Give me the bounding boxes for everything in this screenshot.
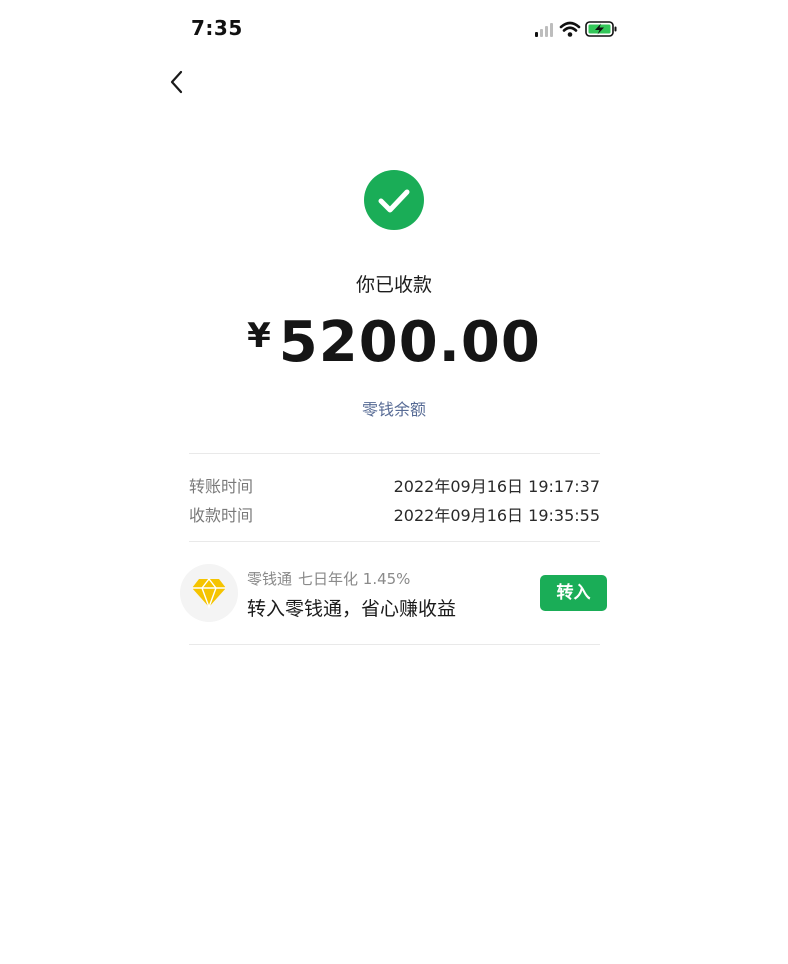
balance-link[interactable]: 零钱余额 bbox=[294, 396, 494, 420]
diamond-icon bbox=[180, 564, 238, 622]
promo-subtitle: 零钱通 七日年化 1.45% bbox=[247, 568, 410, 589]
payment-received-screen: 7:35 你已收款 ¥ 5200.00 零钱余额 转账时间 2022年09月16… bbox=[0, 0, 788, 964]
back-button[interactable] bbox=[164, 66, 192, 98]
receive-time-label: 收款时间 bbox=[189, 506, 254, 525]
amount-value: 5200.00 bbox=[278, 310, 541, 375]
receive-time-value: 2022年09月16日 19:35:55 bbox=[393, 506, 600, 525]
status-icons bbox=[533, 18, 619, 40]
received-title: 你已收款 bbox=[355, 274, 432, 296]
transfer-time-value: 2022年09月16日 19:17:37 bbox=[393, 477, 600, 496]
promo-card[interactable]: 零钱通 七日年化 1.45% 转入零钱通，省心赚收益 转入 bbox=[180, 562, 610, 626]
cellular-signal-icon bbox=[535, 23, 553, 37]
promo-headline: 转入零钱通，省心赚收益 bbox=[247, 598, 457, 620]
promo-rate: 七日年化 1.45% bbox=[298, 570, 411, 588]
transfer-time-row: 转账时间 2022年09月16日 19:17:37 bbox=[189, 473, 600, 497]
currency-symbol: ¥ bbox=[247, 316, 271, 356]
status-time: 7:35 bbox=[191, 16, 243, 40]
transfer-in-button[interactable]: 转入 bbox=[540, 575, 607, 611]
divider bbox=[189, 644, 600, 645]
amount-display: ¥5200.00 bbox=[194, 310, 594, 375]
promo-product: 零钱通 bbox=[247, 570, 293, 588]
wifi-icon bbox=[559, 21, 581, 37]
transfer-time-label: 转账时间 bbox=[189, 477, 254, 496]
divider bbox=[189, 453, 600, 454]
battery-charging-icon bbox=[585, 21, 617, 37]
chevron-left-icon bbox=[170, 70, 183, 94]
check-circle-icon bbox=[364, 170, 424, 230]
divider bbox=[189, 541, 600, 542]
receive-time-row: 收款时间 2022年09月16日 19:35:55 bbox=[189, 502, 600, 526]
